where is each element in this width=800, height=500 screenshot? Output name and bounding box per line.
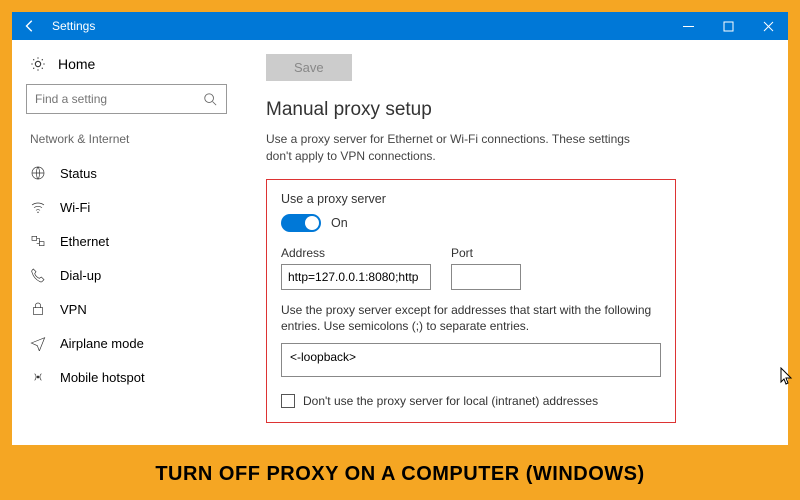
sidebar-item-status[interactable]: Status bbox=[12, 156, 241, 190]
cursor-icon bbox=[780, 367, 794, 388]
sidebar-item-label: Ethernet bbox=[60, 234, 109, 249]
local-addresses-checkbox[interactable] bbox=[281, 394, 295, 408]
lock-icon bbox=[30, 301, 46, 317]
sidebar-item-label: VPN bbox=[60, 302, 87, 317]
toggle-state-label: On bbox=[331, 216, 348, 230]
sidebar-item-hotspot[interactable]: Mobile hotspot bbox=[12, 360, 241, 394]
save-button[interactable]: Save bbox=[266, 54, 352, 81]
page-description: Use a proxy server for Ethernet or Wi-Fi… bbox=[266, 131, 646, 165]
window-title: Settings bbox=[48, 19, 668, 33]
globe-icon bbox=[30, 165, 46, 181]
close-button[interactable] bbox=[748, 12, 788, 40]
proxy-toggle[interactable] bbox=[281, 214, 321, 232]
sidebar: Home Network & Internet Status Wi-Fi Eth… bbox=[12, 40, 242, 445]
exceptions-input[interactable] bbox=[281, 343, 661, 377]
port-label: Port bbox=[451, 246, 521, 260]
titlebar: Settings bbox=[12, 12, 788, 40]
search-icon bbox=[202, 92, 218, 106]
sidebar-item-label: Airplane mode bbox=[60, 336, 144, 351]
sidebar-item-ethernet[interactable]: Ethernet bbox=[12, 224, 241, 258]
hotspot-icon bbox=[30, 369, 46, 385]
sidebar-item-label: Mobile hotspot bbox=[60, 370, 145, 385]
wifi-icon bbox=[30, 199, 46, 215]
search-input-wrap[interactable] bbox=[26, 84, 227, 114]
settings-window: Settings Home Network & Inte bbox=[12, 12, 788, 445]
ethernet-icon bbox=[30, 233, 46, 249]
home-link[interactable]: Home bbox=[12, 50, 241, 84]
main-panel: Save Manual proxy setup Use a proxy serv… bbox=[242, 40, 788, 445]
image-caption: TURN OFF PROXY ON A COMPUTER (WINDOWS) bbox=[0, 463, 800, 486]
airplane-icon bbox=[30, 335, 46, 351]
exceptions-description: Use the proxy server except for addresse… bbox=[281, 302, 661, 336]
back-button[interactable] bbox=[12, 12, 48, 40]
proxy-settings-box: Use a proxy server On Address Port Use t… bbox=[266, 179, 676, 424]
sidebar-item-label: Wi-Fi bbox=[60, 200, 90, 215]
search-input[interactable] bbox=[35, 92, 202, 106]
address-input[interactable] bbox=[281, 264, 431, 290]
gear-icon bbox=[30, 56, 46, 72]
local-addresses-label: Don't use the proxy server for local (in… bbox=[303, 394, 598, 408]
minimize-button[interactable] bbox=[668, 12, 708, 40]
sidebar-group-label: Network & Internet bbox=[12, 128, 241, 156]
sidebar-item-label: Status bbox=[60, 166, 97, 181]
page-heading: Manual proxy setup bbox=[266, 99, 764, 121]
sidebar-item-dialup[interactable]: Dial-up bbox=[12, 258, 241, 292]
phone-icon bbox=[30, 267, 46, 283]
address-label: Address bbox=[281, 246, 431, 260]
arrow-left-icon bbox=[22, 19, 38, 33]
port-input[interactable] bbox=[451, 264, 521, 290]
sidebar-item-wifi[interactable]: Wi-Fi bbox=[12, 190, 241, 224]
sidebar-item-vpn[interactable]: VPN bbox=[12, 292, 241, 326]
sidebar-item-label: Dial-up bbox=[60, 268, 101, 283]
home-label: Home bbox=[58, 56, 95, 72]
maximize-button[interactable] bbox=[708, 12, 748, 40]
use-proxy-label: Use a proxy server bbox=[281, 192, 661, 206]
sidebar-item-airplane[interactable]: Airplane mode bbox=[12, 326, 241, 360]
